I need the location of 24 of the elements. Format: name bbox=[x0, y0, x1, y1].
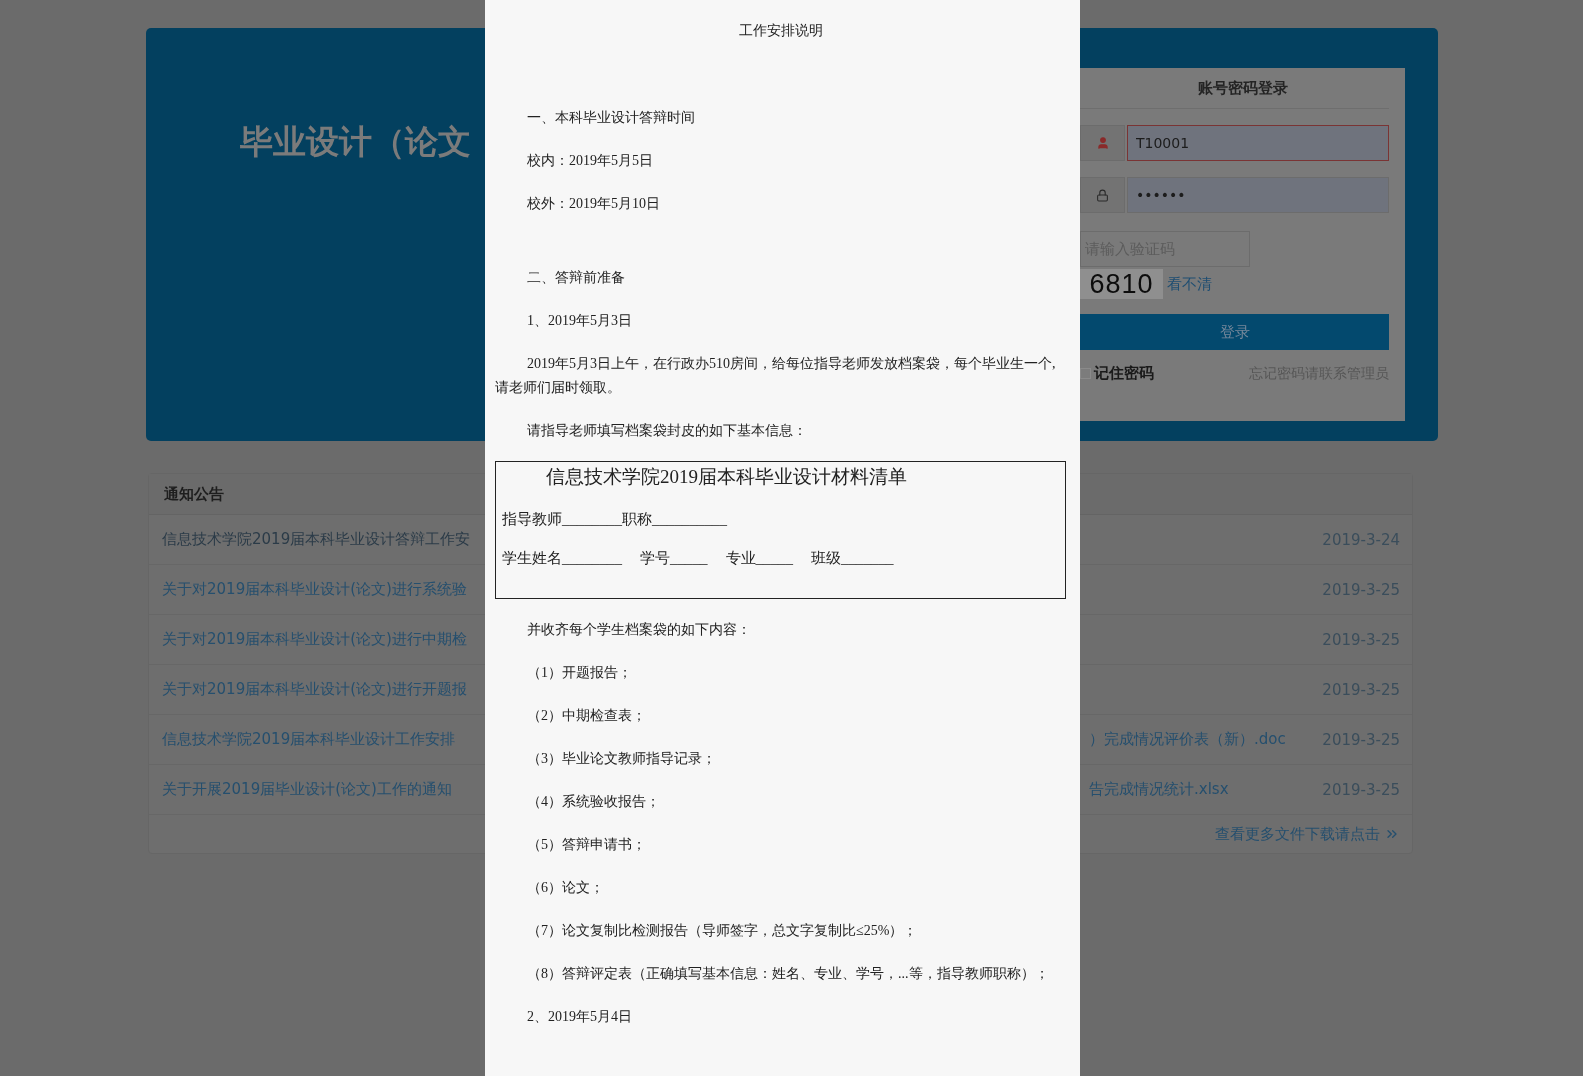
paragraph: （2）中期检查表； bbox=[526, 707, 647, 725]
document-title: 工作安排说明 bbox=[737, 22, 824, 40]
paragraph: （8）答辩评定表（正确填写基本信息：姓名、专业、学号，...等，指导教师职称）； bbox=[526, 965, 1050, 983]
paragraph: （1）开题报告； bbox=[526, 664, 633, 682]
paragraph: （3）毕业论文教师指导记录； bbox=[526, 750, 717, 768]
paragraph: （7）论文复制比检测报告（导师签字，总文字复制比≤25%）； bbox=[526, 922, 919, 940]
paragraph: （6）论文； bbox=[526, 879, 605, 897]
form-blank: 专业_____ bbox=[725, 549, 793, 568]
paragraph: 校内：2019年5月5日 bbox=[526, 152, 654, 170]
remember-label: 记住密码 bbox=[1094, 364, 1154, 383]
section-heading: 二、答辩前准备 bbox=[526, 269, 626, 287]
paragraph: 并收齐每个学生档案袋的如下内容： bbox=[526, 621, 752, 639]
paragraph: 2、2019年5月4日 bbox=[526, 1008, 633, 1026]
form-blank: 学生姓名________ bbox=[502, 549, 622, 568]
paragraph: （4）系统验收报告； bbox=[526, 793, 661, 811]
paragraph: （5）答辩申请书； bbox=[526, 836, 647, 854]
paragraph: 请指导老师填写档案袋封皮的如下基本信息： bbox=[526, 422, 808, 440]
form-blank: 班级_______ bbox=[811, 549, 894, 568]
hero-title: 毕业设计（论文 bbox=[240, 121, 471, 163]
paragraph: 校外：2019年5月10日 bbox=[526, 195, 661, 213]
section-heading: 一、本科毕业设计答辩时间 bbox=[526, 109, 696, 127]
form-blank: 学号_____ bbox=[640, 549, 708, 568]
paragraph: 1、2019年5月3日 bbox=[526, 312, 633, 330]
paragraph: 2019年5月3日上午，在行政办510房间，给每位指导老师发放档案袋，每个毕业生一个,请老师们届时领取。 bbox=[495, 355, 1057, 397]
